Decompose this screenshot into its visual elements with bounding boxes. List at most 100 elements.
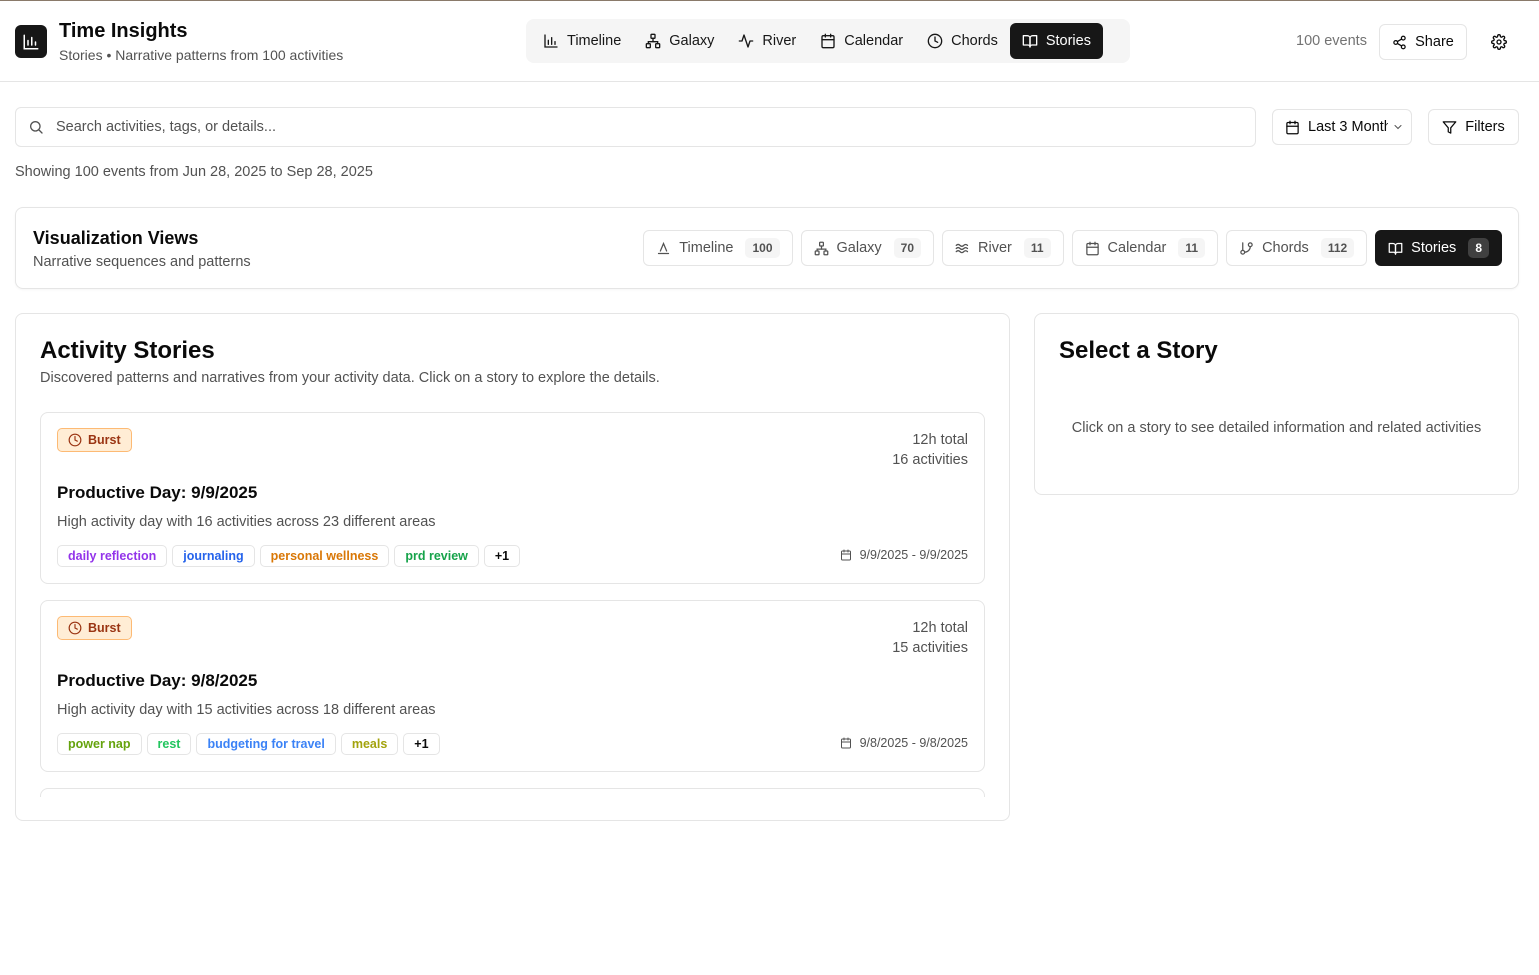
nav-label: Galaxy <box>669 33 715 49</box>
bar-chart-icon <box>544 34 558 48</box>
nav-galaxy[interactable]: Galaxy <box>633 23 726 59</box>
story-meta: 12h total 16 activities <box>892 430 968 470</box>
views-subtitle: Narrative sequences and patterns <box>33 254 251 270</box>
calendar-icon <box>821 33 835 49</box>
view-tab-count: 112 <box>1320 238 1355 258</box>
nav-timeline[interactable]: Timeline <box>531 23 633 59</box>
app-subtitle: Stories • Narrative patterns from 100 ac… <box>59 47 344 63</box>
story-card[interactable]: Burst 12h total 15 activities Productive… <box>40 600 985 772</box>
waves-icon <box>955 243 969 253</box>
story-dates: 9/9/2025 - 9/9/2025 <box>840 548 968 562</box>
more-tags: +1 <box>483 545 521 567</box>
nav-label: Timeline <box>567 33 622 49</box>
stories-list[interactable]: Burst 12h total 16 activities Productive… <box>40 412 985 797</box>
nav-stories[interactable]: Stories <box>1009 23 1103 59</box>
calendar-icon <box>840 549 851 561</box>
story-description: High activity day with 15 activities acr… <box>57 702 436 718</box>
view-tab-label: River <box>978 240 1012 256</box>
tag: daily reflection <box>57 545 168 567</box>
detail-title: Select a Story <box>1059 337 1218 364</box>
story-tags: power nap rest budgeting for travel meal… <box>57 733 440 755</box>
stories-title: Activity Stories <box>40 337 215 364</box>
tag: budgeting for travel <box>196 733 336 755</box>
views-tabs: Timeline 100 Galaxy 70 River 11 Calendar… <box>643 230 1502 266</box>
view-tab-label: Galaxy <box>836 240 882 256</box>
git-branch-icon <box>1240 241 1253 255</box>
story-card[interactable]: Burst 12h total 16 activities Productive… <box>40 412 985 584</box>
story-activity-count: 16 activities <box>892 452 968 468</box>
calendar-icon <box>1085 241 1099 255</box>
date-range-label: Last 3 Months <box>1308 119 1388 135</box>
filters-label: Filters <box>1465 119 1505 135</box>
story-tags: daily reflection journaling personal wel… <box>57 545 521 567</box>
story-total: 12h total <box>912 432 968 448</box>
settings-button[interactable] <box>1482 24 1516 60</box>
calendar-icon <box>840 737 851 749</box>
timeline-icon <box>658 241 670 254</box>
view-tab-chords[interactable]: Chords 112 <box>1226 230 1368 266</box>
showing-summary: Showing 100 events from Jun 28, 2025 to … <box>15 164 373 180</box>
view-tab-calendar[interactable]: Calendar 11 <box>1071 230 1219 266</box>
story-description: High activity day with 16 activities acr… <box>57 514 436 530</box>
search-bar <box>15 107 1256 147</box>
date-range-select[interactable]: Last 3 Months <box>1272 109 1412 145</box>
event-count: 100 events <box>1296 33 1367 49</box>
story-title: Productive Day: 9/9/2025 <box>57 483 258 502</box>
view-tab-count: 11 <box>1178 238 1206 258</box>
activity-stories-card: Activity Stories Discovered patterns and… <box>15 313 1010 821</box>
app-logo-icon <box>15 25 47 58</box>
network-icon <box>645 33 661 49</box>
filters-button[interactable]: Filters <box>1428 109 1519 145</box>
book-icon <box>1022 35 1038 48</box>
tag: meals <box>340 733 399 755</box>
nav-label: Stories <box>1045 33 1091 49</box>
story-dates: 9/8/2025 - 9/8/2025 <box>840 736 968 750</box>
detail-message: Click on a story to see detailed informa… <box>1071 420 1482 436</box>
nav-calendar[interactable]: Calendar <box>808 23 915 59</box>
nav-label: Chords <box>951 33 998 49</box>
story-detail-card: Select a Story Click on a story to see d… <box>1034 313 1519 495</box>
story-type-badge: Burst <box>57 616 132 640</box>
view-tab-count: 70 <box>893 238 921 258</box>
search-input[interactable] <box>56 119 1255 135</box>
view-tab-galaxy[interactable]: Galaxy 70 <box>800 230 934 266</box>
nav-label: Calendar <box>844 33 904 49</box>
view-tab-timeline[interactable]: Timeline 100 <box>643 230 793 266</box>
nav-label: River <box>762 33 797 49</box>
clock-icon <box>927 33 943 49</box>
visualization-views-card: Visualization Views Narrative sequences … <box>15 207 1519 289</box>
story-card[interactable] <box>40 788 985 797</box>
view-tab-label: Timeline <box>679 240 734 256</box>
view-tab-label: Calendar <box>1107 240 1167 256</box>
clock-icon <box>68 433 82 447</box>
share-label: Share <box>1415 34 1454 50</box>
story-type-badge: Burst <box>57 428 132 452</box>
main-nav: Timeline Galaxy River Calendar Chords St… <box>526 19 1130 63</box>
filter-icon <box>1442 120 1457 134</box>
nav-river[interactable]: River <box>726 23 808 59</box>
views-title: Visualization Views <box>33 228 199 248</box>
view-tab-stories[interactable]: Stories 8 <box>1375 230 1502 266</box>
gear-icon <box>1491 34 1507 50</box>
more-tags: +1 <box>403 733 440 755</box>
stories-subtitle: Discovered patterns and narratives from … <box>40 370 660 386</box>
book-icon <box>1388 242 1403 255</box>
story-date-range: 9/8/2025 - 9/8/2025 <box>859 736 968 750</box>
share-button[interactable]: Share <box>1379 24 1467 60</box>
nav-chords[interactable]: Chords <box>915 23 1010 59</box>
clock-icon <box>68 621 82 635</box>
view-tab-label: Stories <box>1411 240 1457 256</box>
tag: power nap <box>57 733 142 755</box>
share-icon <box>1393 35 1406 49</box>
view-tab-count: 8 <box>1468 238 1489 258</box>
view-tab-river[interactable]: River 11 <box>942 230 1064 266</box>
badge-label: Burst <box>88 621 121 635</box>
view-tab-label: Chords <box>1262 240 1309 256</box>
tag: rest <box>146 733 192 755</box>
tag: personal wellness <box>259 545 390 567</box>
chevron-down-icon <box>1394 125 1402 130</box>
network-icon <box>814 241 828 255</box>
app-header: Time Insights Stories • Narrative patter… <box>0 1 1539 82</box>
story-title: Productive Day: 9/8/2025 <box>57 671 258 690</box>
story-total: 12h total <box>912 620 968 636</box>
